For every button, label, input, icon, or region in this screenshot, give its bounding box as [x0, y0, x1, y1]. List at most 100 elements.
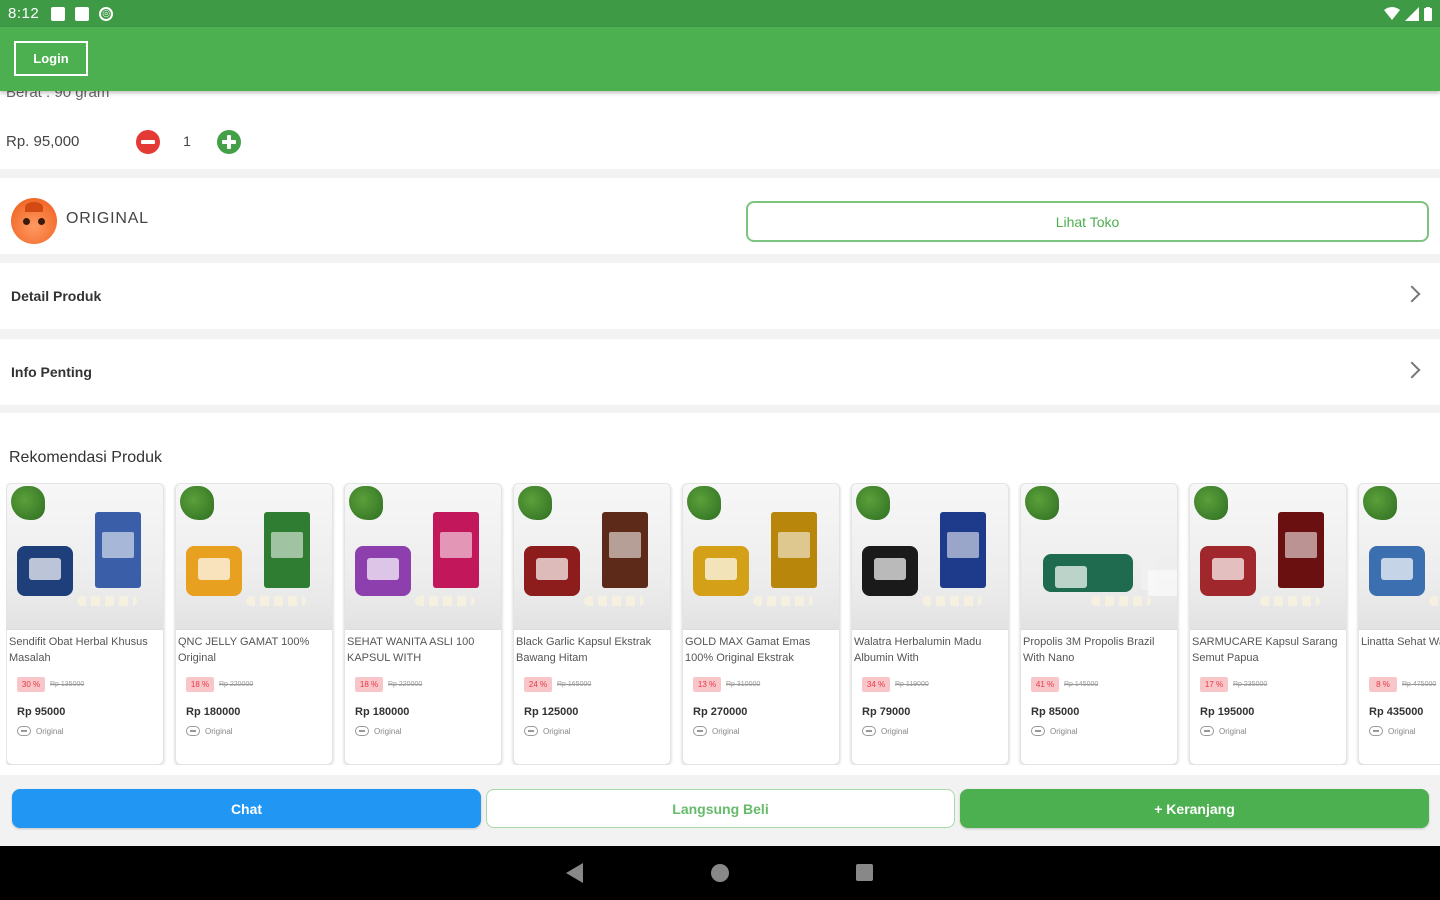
store-avatar[interactable] — [11, 198, 57, 244]
discount-row: 13 % Rp 310000 — [693, 677, 760, 692]
badge-icon — [186, 726, 200, 736]
badge-icon — [524, 726, 538, 736]
view-store-button[interactable]: Lihat Toko — [746, 201, 1429, 242]
old-price: Rp 165000 — [557, 681, 592, 688]
old-price: Rp 119000 — [895, 681, 929, 688]
product-name: Black Garlic Kapsul Ekstrak Bawang Hitam — [516, 636, 652, 664]
discount-row: 30 % Rp 135000 — [17, 677, 84, 692]
product-name: Linatta Sehat Walatra Nano — [1361, 636, 1440, 648]
buy-now-button[interactable]: Langsung Beli — [486, 789, 955, 828]
discount-badge: 18 % — [355, 677, 383, 692]
product-carousel[interactable]: Sendifit Obat Herbal Khusus Masalah 30 %… — [6, 483, 1440, 765]
product-box — [771, 512, 817, 588]
status-time: 8:12 — [8, 5, 40, 22]
product-name: Walatra Herbalumin Madu Albumin With — [854, 636, 982, 664]
store-section: ORIGINAL Lihat Toko — [0, 178, 1440, 254]
plant-decoration — [11, 486, 45, 520]
old-price: Rp 220000 — [219, 681, 254, 688]
avatar-eye-right — [38, 218, 45, 225]
info-penting-row[interactable]: Info Penting — [0, 339, 1440, 405]
product-card[interactable]: Propolis 3M Propolis Brazil With Nano 41… — [1020, 483, 1178, 765]
product-image — [7, 484, 163, 630]
recent-apps-icon[interactable] — [856, 864, 873, 881]
product-card[interactable]: Linatta Sehat Walatra Nano 8 %Rp 475000 … — [1358, 483, 1440, 765]
product-box — [940, 512, 986, 588]
badge-icon — [1031, 726, 1045, 736]
wifi-icon — [1384, 6, 1400, 20]
chevron-right-icon — [1403, 361, 1421, 379]
product-card[interactable]: GOLD MAX Gamat Emas 100% Original Ekstra… — [682, 483, 840, 765]
info-penting-label: Info Penting — [11, 364, 92, 380]
product-card[interactable]: SARMUCARE Kapsul Sarang Semut Papua 17 %… — [1189, 483, 1347, 765]
old-price: Rp 145000 — [1064, 681, 1099, 688]
product-price: Rp 180000 — [355, 706, 410, 718]
product-card[interactable]: Walatra Herbalumin Madu Albumin With 34 … — [851, 483, 1009, 765]
badge-icon — [693, 726, 707, 736]
plant-decoration — [349, 486, 383, 520]
discount-badge: 34 % — [862, 677, 890, 692]
back-icon[interactable] — [566, 863, 583, 883]
product-card[interactable]: Sendifit Obat Herbal Khusus Masalah 30 %… — [6, 483, 164, 765]
quantity-value: 1 — [183, 133, 191, 149]
home-icon[interactable] — [711, 864, 729, 882]
product-name: Propolis 3M Propolis Brazil With Nano — [1023, 636, 1155, 664]
capsules — [1091, 596, 1151, 606]
battery-icon — [1424, 6, 1432, 21]
product-bottle — [862, 546, 918, 596]
status-bar: 8:12 ◎ — [0, 0, 1440, 27]
tag-label: Original — [205, 726, 233, 736]
discount-row: 18 % Rp 220000 — [355, 677, 422, 692]
original-tag: Original — [1200, 726, 1247, 736]
product-image — [683, 484, 839, 630]
product-bottle — [1043, 554, 1133, 592]
minus-icon[interactable] — [136, 130, 160, 154]
original-tag: Original — [693, 726, 740, 736]
product-bottle — [186, 546, 242, 596]
plant-decoration — [1363, 486, 1397, 520]
plant-decoration — [518, 486, 552, 520]
discount-row: 34 % Rp 119000 — [862, 677, 929, 692]
product-box — [264, 512, 310, 588]
product-image — [1359, 484, 1440, 630]
recommendation-section: Rekomendasi Produk Sendifit Obat Herbal … — [0, 413, 1440, 775]
badge-icon — [17, 726, 31, 736]
product-bottle — [524, 546, 580, 596]
product-box — [95, 512, 141, 588]
plus-icon[interactable] — [217, 130, 241, 154]
sd-card-icon — [75, 6, 90, 21]
tag-label: Original — [36, 726, 64, 736]
original-tag: Original — [862, 726, 909, 736]
tag-label: Original — [374, 726, 402, 736]
product-card[interactable]: SEHAT WANITA ASLI 100 KAPSUL WITH 18 % Rp… — [344, 483, 502, 765]
product-card[interactable]: QNC JELLY GAMAT 100% Original 18 % Rp 220… — [175, 483, 333, 765]
capsules — [415, 596, 475, 606]
product-bottle — [355, 546, 411, 596]
chat-button[interactable]: Chat — [12, 789, 481, 828]
store-name: ORIGINAL — [66, 210, 149, 227]
tag-label: Original — [1050, 726, 1078, 736]
login-button[interactable]: Login — [14, 41, 88, 76]
product-name: SARMUCARE Kapsul Sarang Semut Papua — [1192, 636, 1338, 664]
navigation-bar — [0, 846, 1440, 900]
capsules — [246, 596, 306, 606]
product-price: Rp 270000 — [693, 706, 748, 718]
original-tag: Original — [1369, 726, 1416, 736]
product-card[interactable]: Black Garlic Kapsul Ekstrak Bawang Hitam… — [513, 483, 671, 765]
old-price: Rp 135000 — [50, 681, 85, 688]
product-name: GOLD MAX Gamat Emas 100% Original Ekstra… — [685, 636, 811, 664]
product-name: Sendifit Obat Herbal Khusus Masalah — [9, 636, 148, 664]
badge-icon — [355, 726, 369, 736]
detail-produk-row[interactable]: Detail Produk — [0, 263, 1440, 329]
product-box — [1278, 512, 1324, 588]
capsules — [1429, 596, 1440, 606]
plant-decoration — [180, 486, 214, 520]
add-to-cart-button[interactable]: + Keranjang — [960, 789, 1429, 828]
product-image — [345, 484, 501, 630]
old-price: Rp 475000 — [1402, 681, 1437, 688]
product-price: Rp 195000 — [1200, 706, 1255, 718]
chevron-right-icon — [1403, 285, 1421, 303]
product-price: Rp 435000 — [1369, 706, 1424, 718]
discount-badge: 18 % — [186, 677, 214, 692]
original-tag: Original — [186, 726, 233, 736]
recommendation-title: Rekomendasi Produk — [9, 449, 162, 466]
